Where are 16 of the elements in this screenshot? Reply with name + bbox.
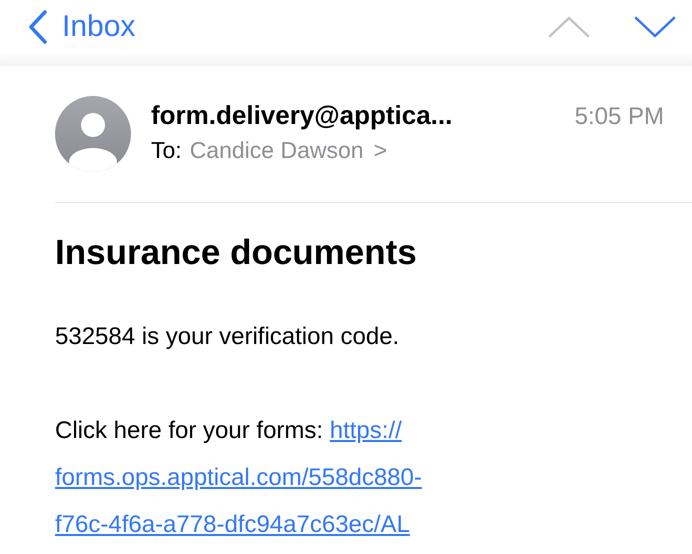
url-link[interactable]: https:// bbox=[330, 417, 402, 444]
avatar-icon bbox=[55, 96, 131, 172]
chevron-left-icon bbox=[28, 10, 48, 44]
subject: Insurance documents bbox=[55, 233, 418, 273]
body-text: 532584 is your verification code. bbox=[55, 322, 400, 352]
url-link[interactable]: f76c-4f6a-a778-dfc94a7c63ec/AL bbox=[55, 501, 410, 548]
chevron-down-icon bbox=[634, 16, 676, 38]
url-link[interactable]: forms.ops.apptical.com/558dc880- bbox=[55, 454, 422, 501]
message-time: 5:05 PM bbox=[574, 103, 664, 131]
recipient-link[interactable]: Candice Dawson > bbox=[190, 137, 387, 164]
link-intro-text: Click here for your forms: bbox=[55, 417, 324, 444]
to-label: To: bbox=[151, 137, 182, 164]
chevron-up-icon bbox=[548, 16, 590, 38]
back-button[interactable]: Inbox bbox=[28, 10, 136, 44]
sender-address: form.delivery@apptica... bbox=[151, 100, 454, 131]
next-message-button[interactable] bbox=[634, 16, 676, 38]
